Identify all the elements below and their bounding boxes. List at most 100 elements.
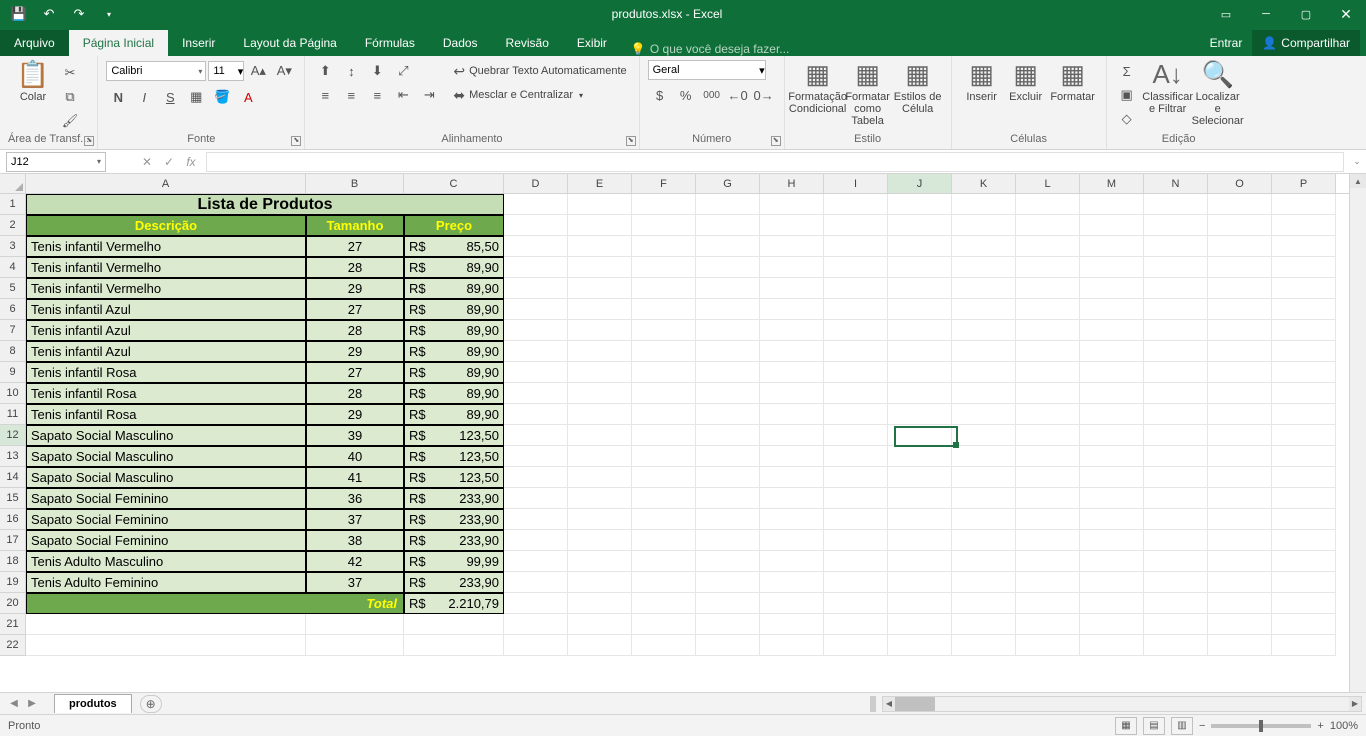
cell[interactable]	[1208, 341, 1272, 362]
cell[interactable]	[1080, 635, 1144, 656]
cell[interactable]	[952, 362, 1016, 383]
cell[interactable]	[504, 215, 568, 236]
cell[interactable]	[888, 299, 952, 320]
cell[interactable]	[632, 257, 696, 278]
column-header[interactable]: G	[696, 174, 760, 193]
cell[interactable]	[632, 404, 696, 425]
cut-button[interactable]: ✂	[58, 62, 82, 84]
cell[interactable]	[696, 593, 760, 614]
cell[interactable]	[1016, 572, 1080, 593]
row-header[interactable]: 9	[0, 362, 26, 383]
data-desc[interactable]: Tenis infantil Azul	[26, 320, 306, 341]
data-size[interactable]: 28	[306, 257, 404, 278]
cell[interactable]	[1080, 320, 1144, 341]
cell[interactable]	[1016, 215, 1080, 236]
undo-icon[interactable]: ↶	[36, 3, 62, 25]
cell[interactable]	[1144, 467, 1208, 488]
cell[interactable]	[1272, 362, 1336, 383]
total-value[interactable]: R$2.210,79	[404, 593, 504, 614]
cell[interactable]	[568, 488, 632, 509]
cell[interactable]	[760, 341, 824, 362]
cell[interactable]	[696, 446, 760, 467]
align-left-button[interactable]: ≡	[313, 84, 337, 106]
zoom-slider[interactable]	[1211, 724, 1311, 728]
row-header[interactable]: 3	[0, 236, 26, 257]
sort-filter-button[interactable]: A↓Classificar e Filtrar	[1143, 60, 1193, 115]
cell[interactable]	[1016, 236, 1080, 257]
cell[interactable]	[952, 257, 1016, 278]
decrease-indent-button[interactable]: ⇤	[391, 84, 415, 106]
increase-font-button[interactable]: A▴	[246, 60, 270, 82]
new-sheet-button[interactable]: ⊕	[140, 695, 162, 713]
cell[interactable]	[404, 614, 504, 635]
cell[interactable]	[504, 635, 568, 656]
cell[interactable]	[952, 614, 1016, 635]
column-header[interactable]: P	[1272, 174, 1336, 193]
data-desc[interactable]: Sapato Social Feminino	[26, 488, 306, 509]
vertical-scrollbar[interactable]: ▲	[1349, 174, 1366, 692]
tab-file[interactable]: Arquivo	[0, 30, 69, 56]
cell[interactable]	[888, 593, 952, 614]
accounting-format-button[interactable]: $	[648, 84, 672, 106]
cell[interactable]	[888, 551, 952, 572]
cell[interactable]	[504, 572, 568, 593]
cell[interactable]	[568, 278, 632, 299]
cell[interactable]	[824, 614, 888, 635]
zoom-in-button[interactable]: +	[1317, 720, 1323, 732]
cell[interactable]	[568, 530, 632, 551]
cell[interactable]	[1144, 488, 1208, 509]
cell[interactable]	[1208, 509, 1272, 530]
cell[interactable]	[1272, 341, 1336, 362]
tab-data[interactable]: Dados	[429, 30, 492, 56]
name-box[interactable]: J12▾	[6, 152, 106, 172]
cell[interactable]	[504, 341, 568, 362]
column-header[interactable]: K	[952, 174, 1016, 193]
tab-formulas[interactable]: Fórmulas	[351, 30, 429, 56]
column-header[interactable]: B	[306, 174, 404, 193]
row-header[interactable]: 12	[0, 425, 26, 446]
cell[interactable]	[1016, 509, 1080, 530]
cell[interactable]	[1144, 593, 1208, 614]
cell[interactable]	[1208, 488, 1272, 509]
cell[interactable]	[568, 614, 632, 635]
wrap-text-button[interactable]: ↩Quebrar Texto Automaticamente	[449, 60, 630, 82]
cell[interactable]	[1208, 383, 1272, 404]
cell[interactable]	[1272, 467, 1336, 488]
row-header[interactable]: 13	[0, 446, 26, 467]
column-header[interactable]: H	[760, 174, 824, 193]
header-desc[interactable]: Descrição	[26, 215, 306, 236]
cell[interactable]	[1080, 551, 1144, 572]
qat-customize-icon[interactable]: ▾	[96, 3, 122, 25]
tab-split-handle[interactable]	[870, 696, 876, 712]
cell[interactable]	[952, 383, 1016, 404]
cell[interactable]	[1272, 425, 1336, 446]
column-header[interactable]: M	[1080, 174, 1144, 193]
cell[interactable]	[1016, 425, 1080, 446]
cell[interactable]	[632, 215, 696, 236]
number-dialog-launcher[interactable]: ⬊	[771, 136, 781, 146]
scrollbar-thumb[interactable]	[895, 697, 935, 711]
cell[interactable]	[632, 614, 696, 635]
cell[interactable]	[632, 425, 696, 446]
tell-me-search[interactable]: 💡 O que você deseja fazer...	[631, 42, 789, 56]
cell[interactable]	[696, 236, 760, 257]
cell[interactable]	[888, 425, 952, 446]
cell[interactable]	[760, 572, 824, 593]
cell[interactable]	[824, 257, 888, 278]
zoom-level[interactable]: 100%	[1330, 720, 1358, 732]
data-size[interactable]: 27	[306, 362, 404, 383]
cell[interactable]	[1016, 404, 1080, 425]
cell[interactable]	[696, 278, 760, 299]
cell[interactable]	[1016, 614, 1080, 635]
cell[interactable]	[1080, 488, 1144, 509]
cell[interactable]	[760, 257, 824, 278]
cell[interactable]	[952, 299, 1016, 320]
normal-view-button[interactable]: ▦	[1115, 717, 1137, 735]
cell[interactable]	[632, 278, 696, 299]
cell[interactable]	[568, 593, 632, 614]
cell[interactable]	[1016, 362, 1080, 383]
cell[interactable]	[568, 257, 632, 278]
align-bottom-button[interactable]: ⬇	[365, 60, 389, 82]
cell[interactable]	[888, 215, 952, 236]
cell[interactable]	[1080, 215, 1144, 236]
